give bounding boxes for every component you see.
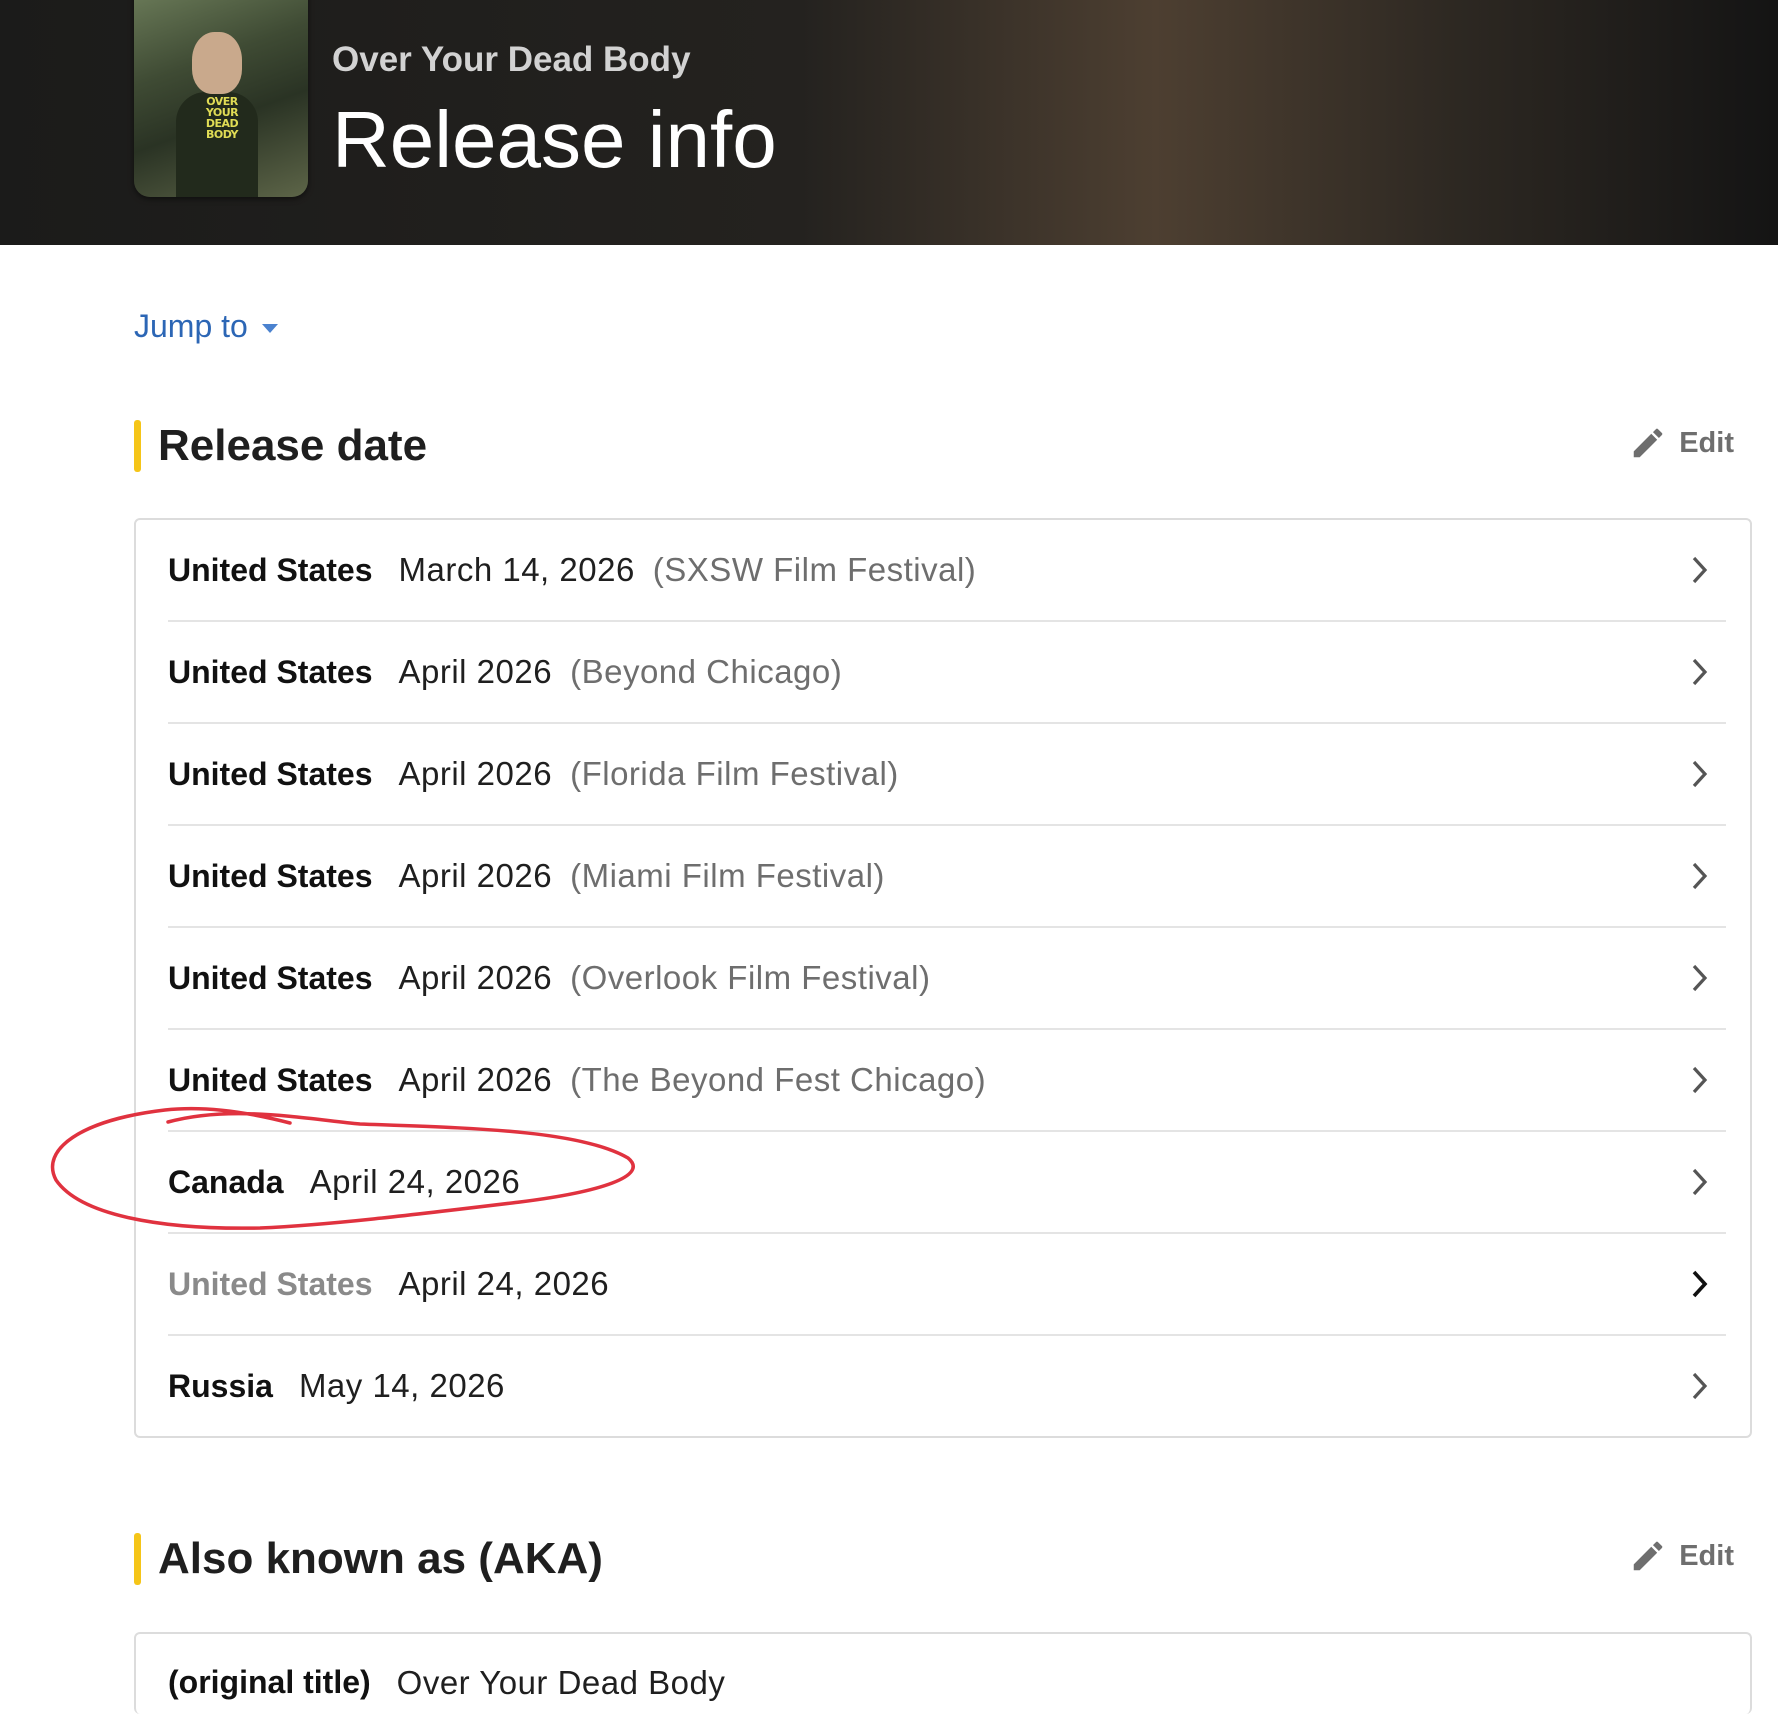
chevron-right-icon <box>1692 1066 1708 1094</box>
chevron-right-icon <box>1692 964 1708 992</box>
row-date: March 14, 2026 <box>398 551 635 588</box>
aka-edit-button[interactable]: Edit <box>1629 1537 1734 1575</box>
edit-label: Edit <box>1679 426 1734 459</box>
aka-row[interactable]: (original title) Over Your Dead Body <box>168 1634 1726 1734</box>
row-date: May 14, 2026 <box>298 1367 505 1404</box>
release-date-heading: Release date <box>158 421 428 470</box>
release-date-list: United States March 14, 2026 (SXSW Film … <box>134 518 1752 1438</box>
row-country: Russia <box>168 1367 273 1404</box>
chevron-right-icon <box>1692 658 1708 686</box>
row-country: United States <box>168 551 373 588</box>
jump-to-label: Jump to <box>134 308 248 344</box>
chevron-right-icon <box>1692 862 1708 890</box>
aka-label: (original title) <box>168 1664 371 1700</box>
chevron-right-icon <box>1692 556 1708 584</box>
row-attribute: (Florida Film Festival) <box>570 755 899 792</box>
hero-header: OVER YOUR DEAD BODY Over Your Dead Body … <box>0 0 1778 245</box>
edit-label: Edit <box>1679 1539 1734 1572</box>
row-attribute: (Beyond Chicago) <box>570 653 843 690</box>
release-row[interactable]: United States April 2026 (The Beyond Fes… <box>168 1030 1726 1132</box>
row-attribute: (SXSW Film Festival) <box>652 551 977 588</box>
release-row[interactable]: United States April 24, 2026 <box>168 1234 1726 1336</box>
row-country: Canada <box>168 1163 284 1200</box>
row-country: United States <box>168 1061 373 1098</box>
chevron-right-icon <box>1692 760 1708 788</box>
release-date-edit-button[interactable]: Edit <box>1629 424 1734 462</box>
aka-list: (original title) Over Your Dead Body <box>134 1632 1752 1714</box>
release-date-header: Release date Edit <box>134 420 1734 472</box>
page-title: Release info <box>332 95 777 184</box>
release-row[interactable]: United States April 2026 (Florida Film F… <box>168 724 1726 826</box>
row-attribute: (Miami Film Festival) <box>570 857 885 894</box>
row-country: United States <box>168 755 373 792</box>
row-date: April 2026 <box>398 755 553 792</box>
poster-title: OVER YOUR DEAD BODY <box>205 95 239 141</box>
pencil-icon <box>1633 428 1663 458</box>
aka-value: Over Your Dead Body <box>396 1664 726 1701</box>
section-accent-bar <box>134 1533 141 1585</box>
row-attribute: (Overlook Film Festival) <box>570 959 931 996</box>
pencil-icon <box>1633 1541 1663 1571</box>
row-date: April 2026 <box>398 959 553 996</box>
row-date: April 2026 <box>398 857 553 894</box>
aka-heading: Also known as (AKA) <box>158 1534 603 1583</box>
chevron-right-icon <box>1692 1372 1708 1400</box>
movie-title-link[interactable]: Over Your Dead Body <box>332 40 691 80</box>
poster-face <box>192 32 242 94</box>
chevron-right-icon <box>1692 1270 1708 1298</box>
movie-poster[interactable]: OVER YOUR DEAD BODY <box>134 0 308 197</box>
section-accent-bar <box>134 420 141 472</box>
row-date: April 2026 <box>398 1061 553 1098</box>
row-date: April 2026 <box>398 653 553 690</box>
row-date: April 24, 2026 <box>398 1265 610 1302</box>
release-row[interactable]: Russia May 14, 2026 <box>168 1336 1726 1436</box>
row-date: April 24, 2026 <box>309 1163 521 1200</box>
release-row[interactable]: United States April 2026 (Overlook Film … <box>168 928 1726 1030</box>
release-row[interactable]: Canada April 24, 2026 <box>168 1132 1726 1234</box>
aka-header: Also known as (AKA) Edit <box>134 1533 1734 1585</box>
row-country: United States <box>168 653 373 690</box>
release-row[interactable]: United States March 14, 2026 (SXSW Film … <box>168 520 1726 622</box>
release-row[interactable]: United States April 2026 (Miami Film Fes… <box>168 826 1726 928</box>
caret-down-icon <box>261 324 278 333</box>
row-attribute: (The Beyond Fest Chicago) <box>570 1061 987 1098</box>
row-country: United States <box>168 1265 373 1302</box>
row-country: United States <box>168 959 373 996</box>
row-country: United States <box>168 857 373 894</box>
release-row[interactable]: United States April 2026 (Beyond Chicago… <box>168 622 1726 724</box>
chevron-right-icon <box>1692 1168 1708 1196</box>
jump-to-dropdown[interactable]: Jump to <box>134 308 278 345</box>
